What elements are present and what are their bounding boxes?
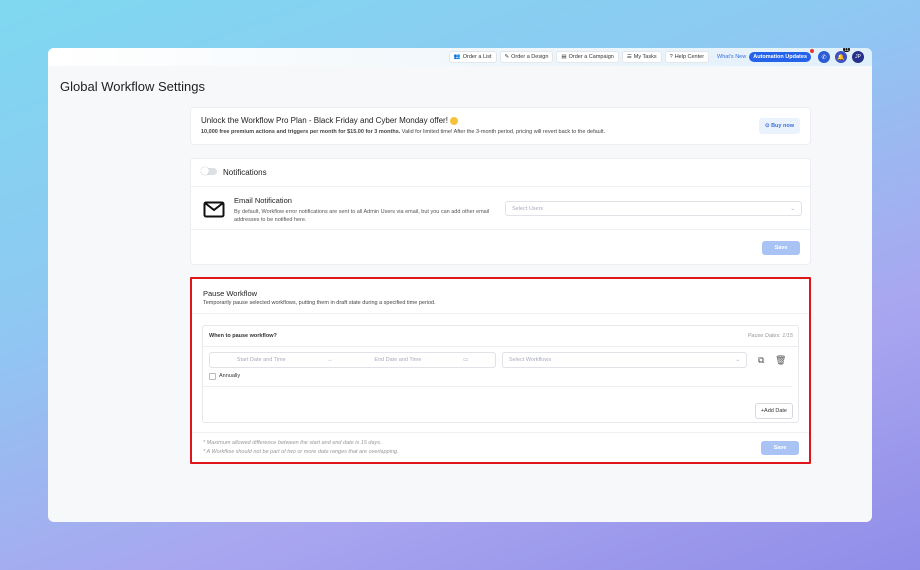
- campaign-icon: ▤: [561, 54, 567, 60]
- divider: [203, 346, 798, 347]
- buy-label: Buy now: [771, 123, 794, 129]
- brush-icon: ✎: [504, 54, 510, 60]
- automation-updates-button[interactable]: Automation Updates: [749, 52, 811, 62]
- tasks-icon: ☰: [626, 54, 632, 60]
- divider: [192, 313, 809, 314]
- select-workflows-dropdown[interactable]: Select Workflows ⌄: [502, 352, 747, 368]
- promo-title: Unlock the Workflow Pro Plan - Black Fri…: [201, 116, 448, 125]
- add-date-button[interactable]: +Add Date: [754, 403, 793, 419]
- pause-dates-count: Pause Dates: 1/15: [747, 333, 793, 339]
- phone-button[interactable]: ✆: [818, 51, 830, 63]
- whats-new-button[interactable]: What's New Automation Updates: [712, 49, 814, 63]
- help-icon: ?: [669, 54, 673, 60]
- calendar-icon: ▭: [462, 357, 469, 363]
- when-label: When to pause workflow?: [209, 333, 277, 339]
- new-dot: [810, 49, 814, 53]
- label: My Tasks: [633, 54, 657, 60]
- label: Order a Design: [511, 54, 549, 60]
- annually-label: Annually: [219, 373, 241, 379]
- note-overlap: * A Workflow should not be part of two o…: [203, 449, 399, 455]
- placeholder: Select Workflows: [509, 357, 552, 363]
- pause-title: Pause Workflow: [203, 289, 258, 298]
- date-range-picker[interactable]: Start Date and Time → End Date and Time ▭: [209, 352, 496, 368]
- trash-icon[interactable]: 🗑: [775, 355, 786, 366]
- note-max-difference: * Maximum allowed difference between the…: [203, 440, 382, 446]
- select-users-dropdown[interactable]: Select Users ⌄: [505, 201, 802, 216]
- label: Help Center: [674, 54, 705, 60]
- order-list-button[interactable]: 👥 Order a List: [448, 51, 497, 63]
- avatar[interactable]: JP: [852, 51, 864, 63]
- save-notifications-button[interactable]: Save: [762, 241, 800, 255]
- promo-card: Unlock the Workflow Pro Plan - Black Fri…: [190, 107, 811, 145]
- bell-icon: 🔔: [837, 54, 845, 61]
- notifications-label: Notifications: [223, 168, 267, 177]
- order-campaign-button[interactable]: ▤ Order a Campaign: [556, 51, 619, 63]
- save-pause-button[interactable]: Save: [761, 441, 799, 455]
- email-notification-desc: By default, Workflow error notifications…: [234, 209, 490, 223]
- page-title: Global Workflow Settings: [60, 79, 205, 94]
- start-date[interactable]: Start Date and Time: [237, 357, 286, 363]
- annually-checkbox[interactable]: [209, 373, 216, 380]
- envelope-icon: [203, 201, 225, 218]
- notifications-card: Notifications Email Notification By defa…: [190, 158, 811, 265]
- notifications-button[interactable]: 🔔 11: [835, 48, 850, 63]
- notifications-toggle[interactable]: [201, 167, 217, 175]
- promo-bold: 10,000 free premium actions and triggers…: [201, 129, 401, 135]
- whats-new-label: What's New: [717, 54, 747, 60]
- chevron-down-icon: ⌄: [790, 205, 795, 212]
- chevron-down-icon: ⌄: [735, 357, 740, 363]
- divider: [191, 186, 810, 187]
- pause-desc: Temporarily pause selected workflows, pu…: [203, 300, 436, 306]
- coin-icon: [450, 116, 459, 125]
- placeholder: Select Users: [512, 205, 544, 212]
- users-icon: 👥: [453, 54, 461, 60]
- pause-workflow-card: Pause Workflow Temporarily pause selecte…: [190, 277, 811, 464]
- help-center-button[interactable]: ? Help Center: [664, 51, 710, 63]
- notification-count: 11: [843, 48, 850, 52]
- promo-rest: Valid for limited time! After the 3-mont…: [400, 129, 605, 135]
- app-window: 👥 Order a List ✎ Order a Design ▤ Order a C…: [48, 48, 872, 522]
- email-notification-title: Email Notification: [234, 196, 292, 205]
- buy-now-button[interactable]: ⊙ Buy now: [758, 118, 800, 134]
- phone-icon: ✆: [821, 54, 827, 61]
- arrow-right-icon: →: [327, 357, 333, 363]
- divider: [203, 386, 792, 387]
- order-design-button[interactable]: ✎ Order a Design: [499, 51, 554, 63]
- divider: [191, 229, 810, 230]
- divider: [192, 432, 809, 433]
- end-date[interactable]: End Date and Time: [374, 357, 421, 363]
- play-circle-icon: ⊙: [764, 123, 770, 129]
- top-bar: 👥 Order a List ✎ Order a Design ▤ Order a C…: [48, 48, 872, 66]
- my-tasks-button[interactable]: ☰ My Tasks: [621, 51, 662, 63]
- copy-icon[interactable]: ⧉: [758, 355, 764, 366]
- pause-dates-panel: When to pause workflow? Pause Dates: 1/1…: [202, 325, 799, 423]
- label: Order a Campaign: [568, 54, 614, 60]
- label: Order a List: [462, 54, 492, 60]
